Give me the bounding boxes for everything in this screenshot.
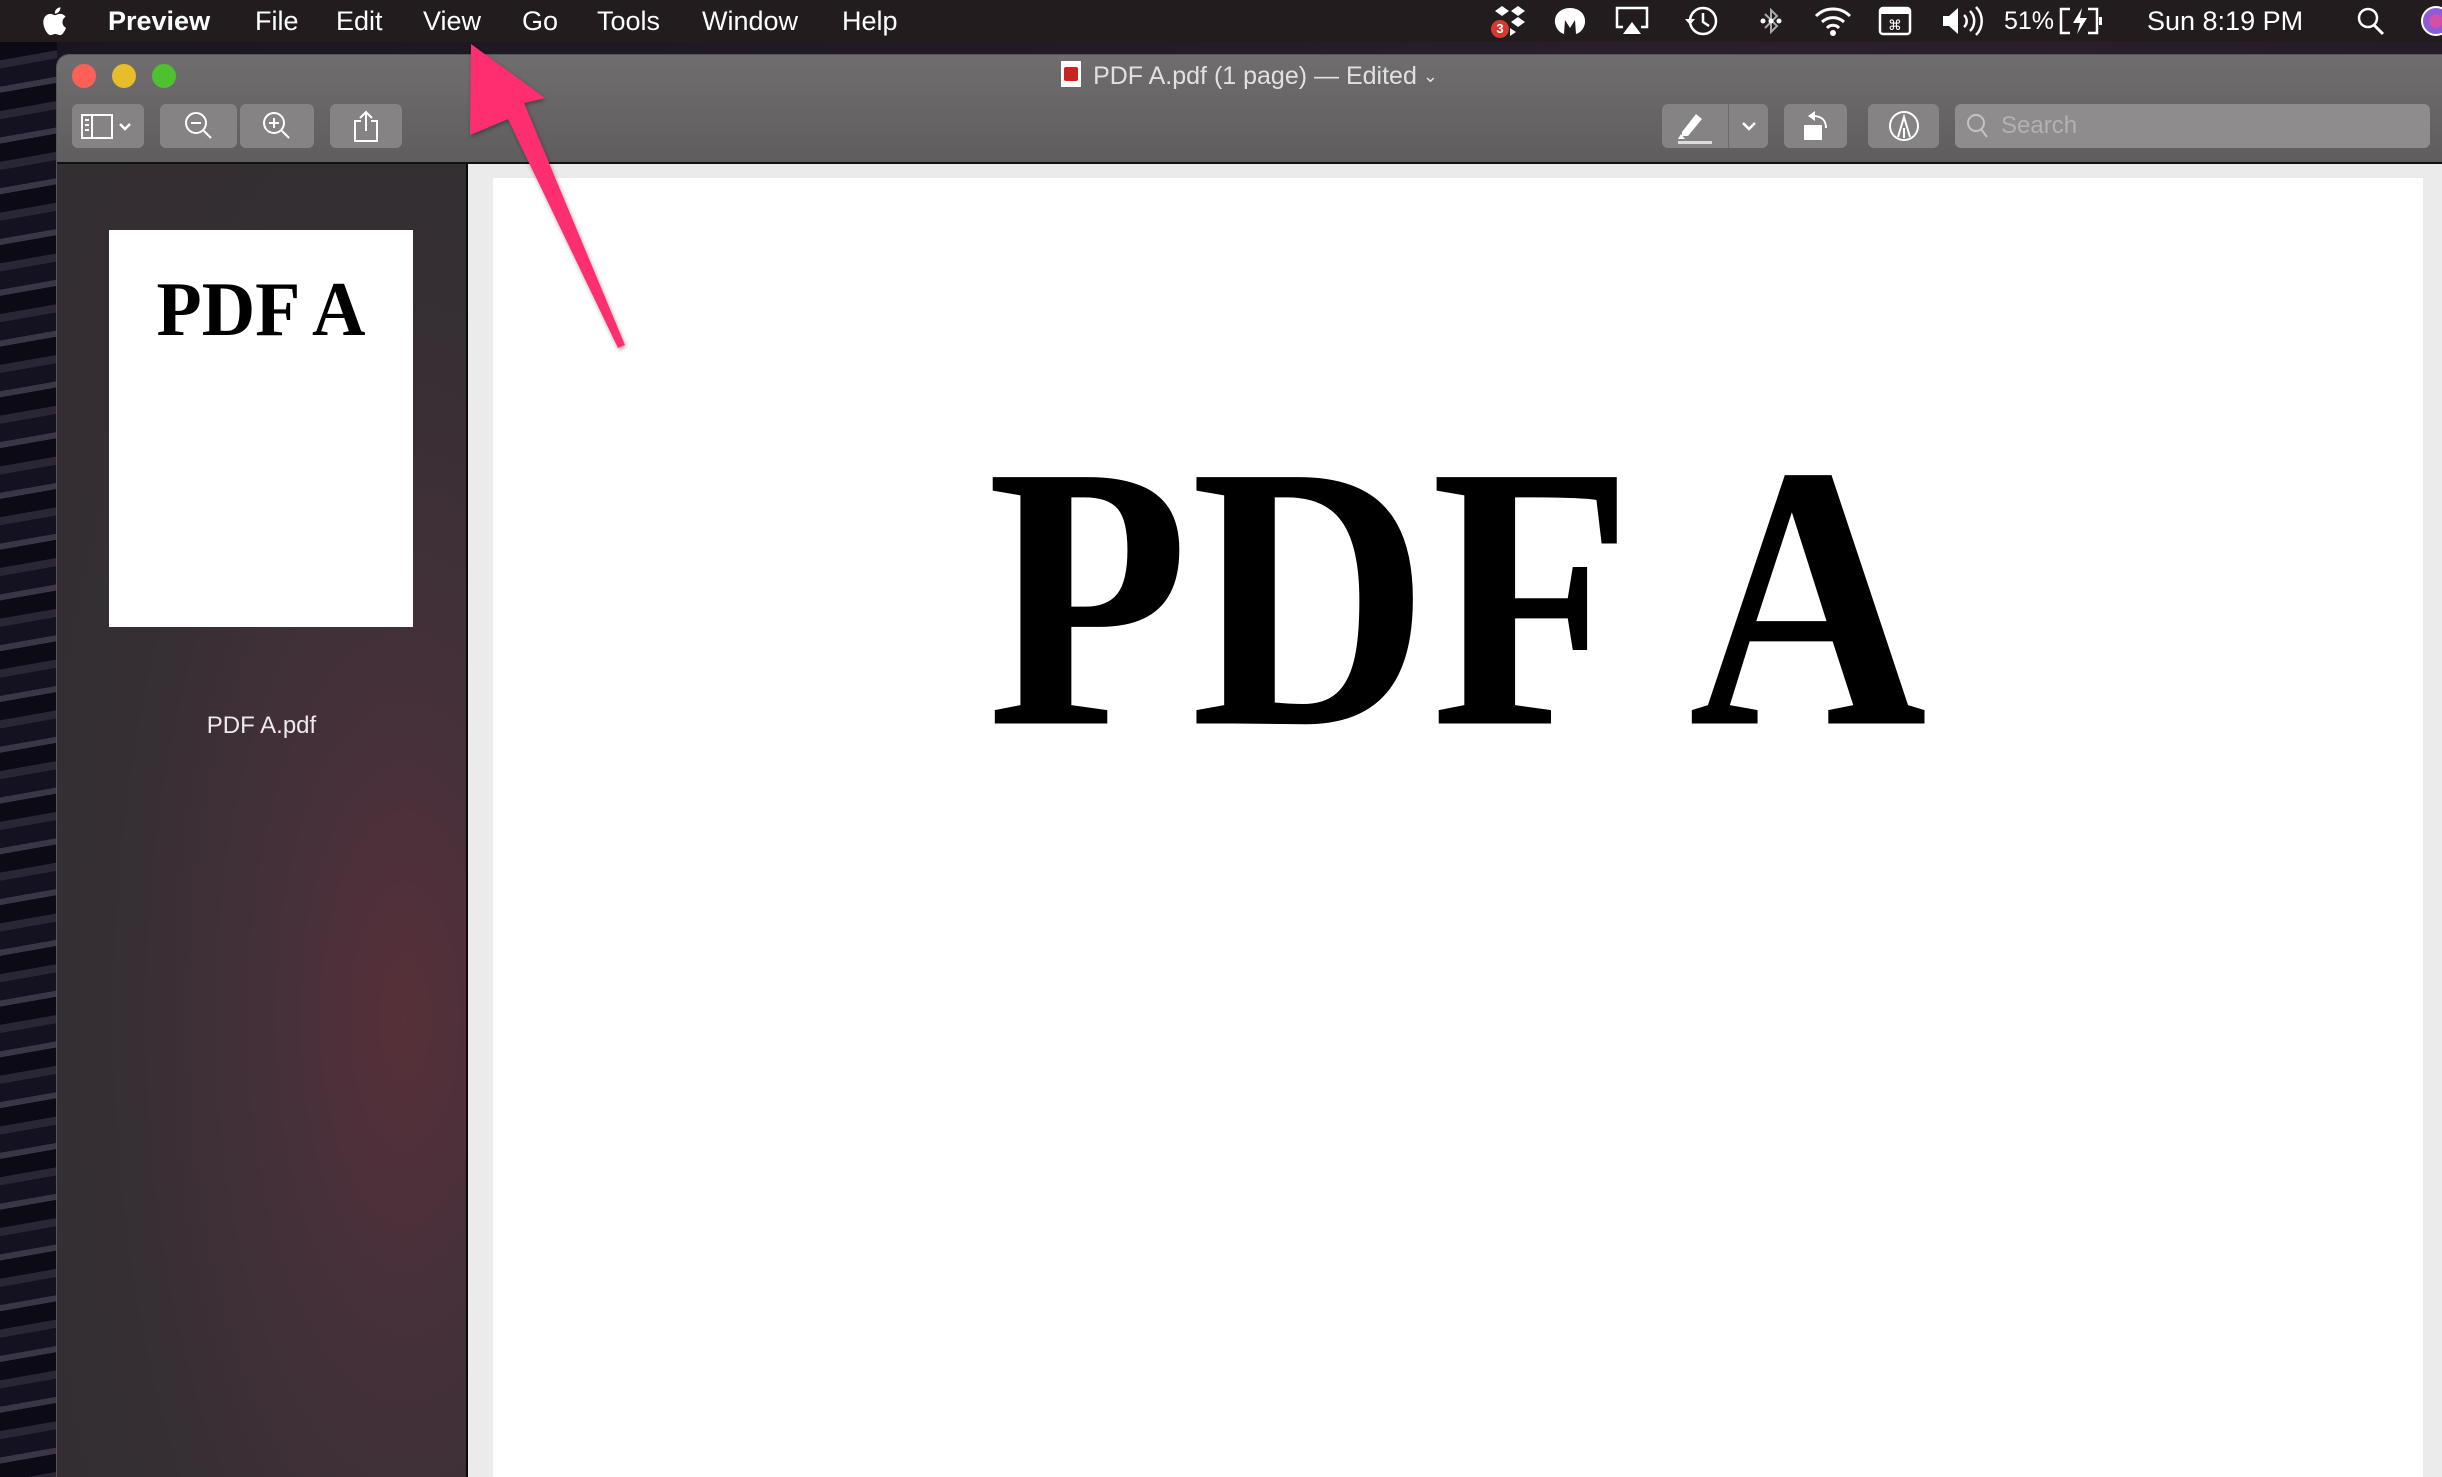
menu-view[interactable]: View xyxy=(423,6,481,37)
thumbnail-sidebar: PDF A PDF A.pdf xyxy=(57,164,468,1477)
preview-window: PDF A.pdf (1 page) — Edited ⌄ Search PDF… xyxy=(57,55,2442,1477)
zoom-out-button[interactable] xyxy=(160,104,237,148)
chevron-down-icon[interactable]: ⌄ xyxy=(1423,66,1438,87)
sidebar-icon xyxy=(81,114,131,139)
battery-charging-icon[interactable] xyxy=(2058,0,2104,42)
search-icon xyxy=(1967,114,1988,138)
sidebar-view-button[interactable] xyxy=(72,104,144,148)
rotate-left-icon xyxy=(1803,111,1827,140)
battery-percent[interactable]: 51% xyxy=(2004,0,2054,42)
window-title-text: PDF A.pdf (1 page) — Edited xyxy=(1093,62,1417,90)
share-button[interactable] xyxy=(330,104,402,148)
menu-go[interactable]: Go xyxy=(522,6,558,37)
time-machine-icon[interactable] xyxy=(1684,0,1720,42)
markup-toolbar-button[interactable] xyxy=(1868,104,1939,148)
malwarebytes-icon[interactable] xyxy=(1552,0,1588,42)
page-heading-text: PDF A xyxy=(987,389,1929,806)
markup-pen-icon xyxy=(1888,111,1919,141)
menu-tools[interactable]: Tools xyxy=(597,6,660,37)
desktop-background xyxy=(0,42,57,1477)
share-icon xyxy=(354,110,378,142)
page-thumbnail[interactable]: PDF A xyxy=(109,230,413,627)
highlight-button[interactable] xyxy=(1662,104,1768,148)
zoom-in-icon xyxy=(263,112,290,139)
apple-menu-icon[interactable] xyxy=(40,4,68,38)
volume-icon[interactable] xyxy=(1940,0,1986,42)
menu-bar: Preview File Edit View Go Tools Window H… xyxy=(0,0,2442,42)
svg-text:⌘: ⌘ xyxy=(1888,18,1902,34)
highlight-options-chevron-icon[interactable] xyxy=(1738,116,1760,136)
menu-window[interactable]: Window xyxy=(702,6,798,37)
thumbnail-label: PDF A.pdf xyxy=(206,712,317,739)
pdf-page[interactable]: PDF A xyxy=(493,178,2423,1477)
thumbnail-page-text: PDF A xyxy=(156,266,366,354)
bluetooth-icon[interactable] xyxy=(1758,0,1784,42)
title-bar: PDF A.pdf (1 page) — Edited ⌄ xyxy=(57,55,2442,164)
rotate-button[interactable] xyxy=(1784,104,1847,148)
menu-edit[interactable]: Edit xyxy=(336,6,383,37)
zoom-in-button[interactable] xyxy=(240,104,314,148)
menu-bar-clock[interactable]: Sun 8:19 PM xyxy=(2147,0,2303,42)
spotlight-search-icon[interactable] xyxy=(2356,0,2386,42)
menu-help[interactable]: Help xyxy=(842,6,898,37)
siri-icon[interactable] xyxy=(2420,0,2442,42)
search-input[interactable] xyxy=(1999,111,2403,141)
keyboard-viewer-icon[interactable]: ⌘ xyxy=(1878,0,1912,42)
document-view[interactable]: PDF A xyxy=(468,164,2442,1477)
menu-app-preview[interactable]: Preview xyxy=(108,6,210,37)
zoom-out-icon xyxy=(184,112,212,139)
highlighter-icon xyxy=(1678,114,1712,144)
pdf-file-icon xyxy=(1061,61,1082,87)
search-field[interactable] xyxy=(1955,104,2430,148)
airplay-icon[interactable] xyxy=(1614,0,1650,42)
window-title[interactable]: PDF A.pdf (1 page) — Edited ⌄ xyxy=(57,61,2442,91)
dropbox-notification-badge: 3 xyxy=(1491,20,1509,38)
wifi-icon[interactable] xyxy=(1813,0,1853,42)
menu-file[interactable]: File xyxy=(255,6,299,37)
